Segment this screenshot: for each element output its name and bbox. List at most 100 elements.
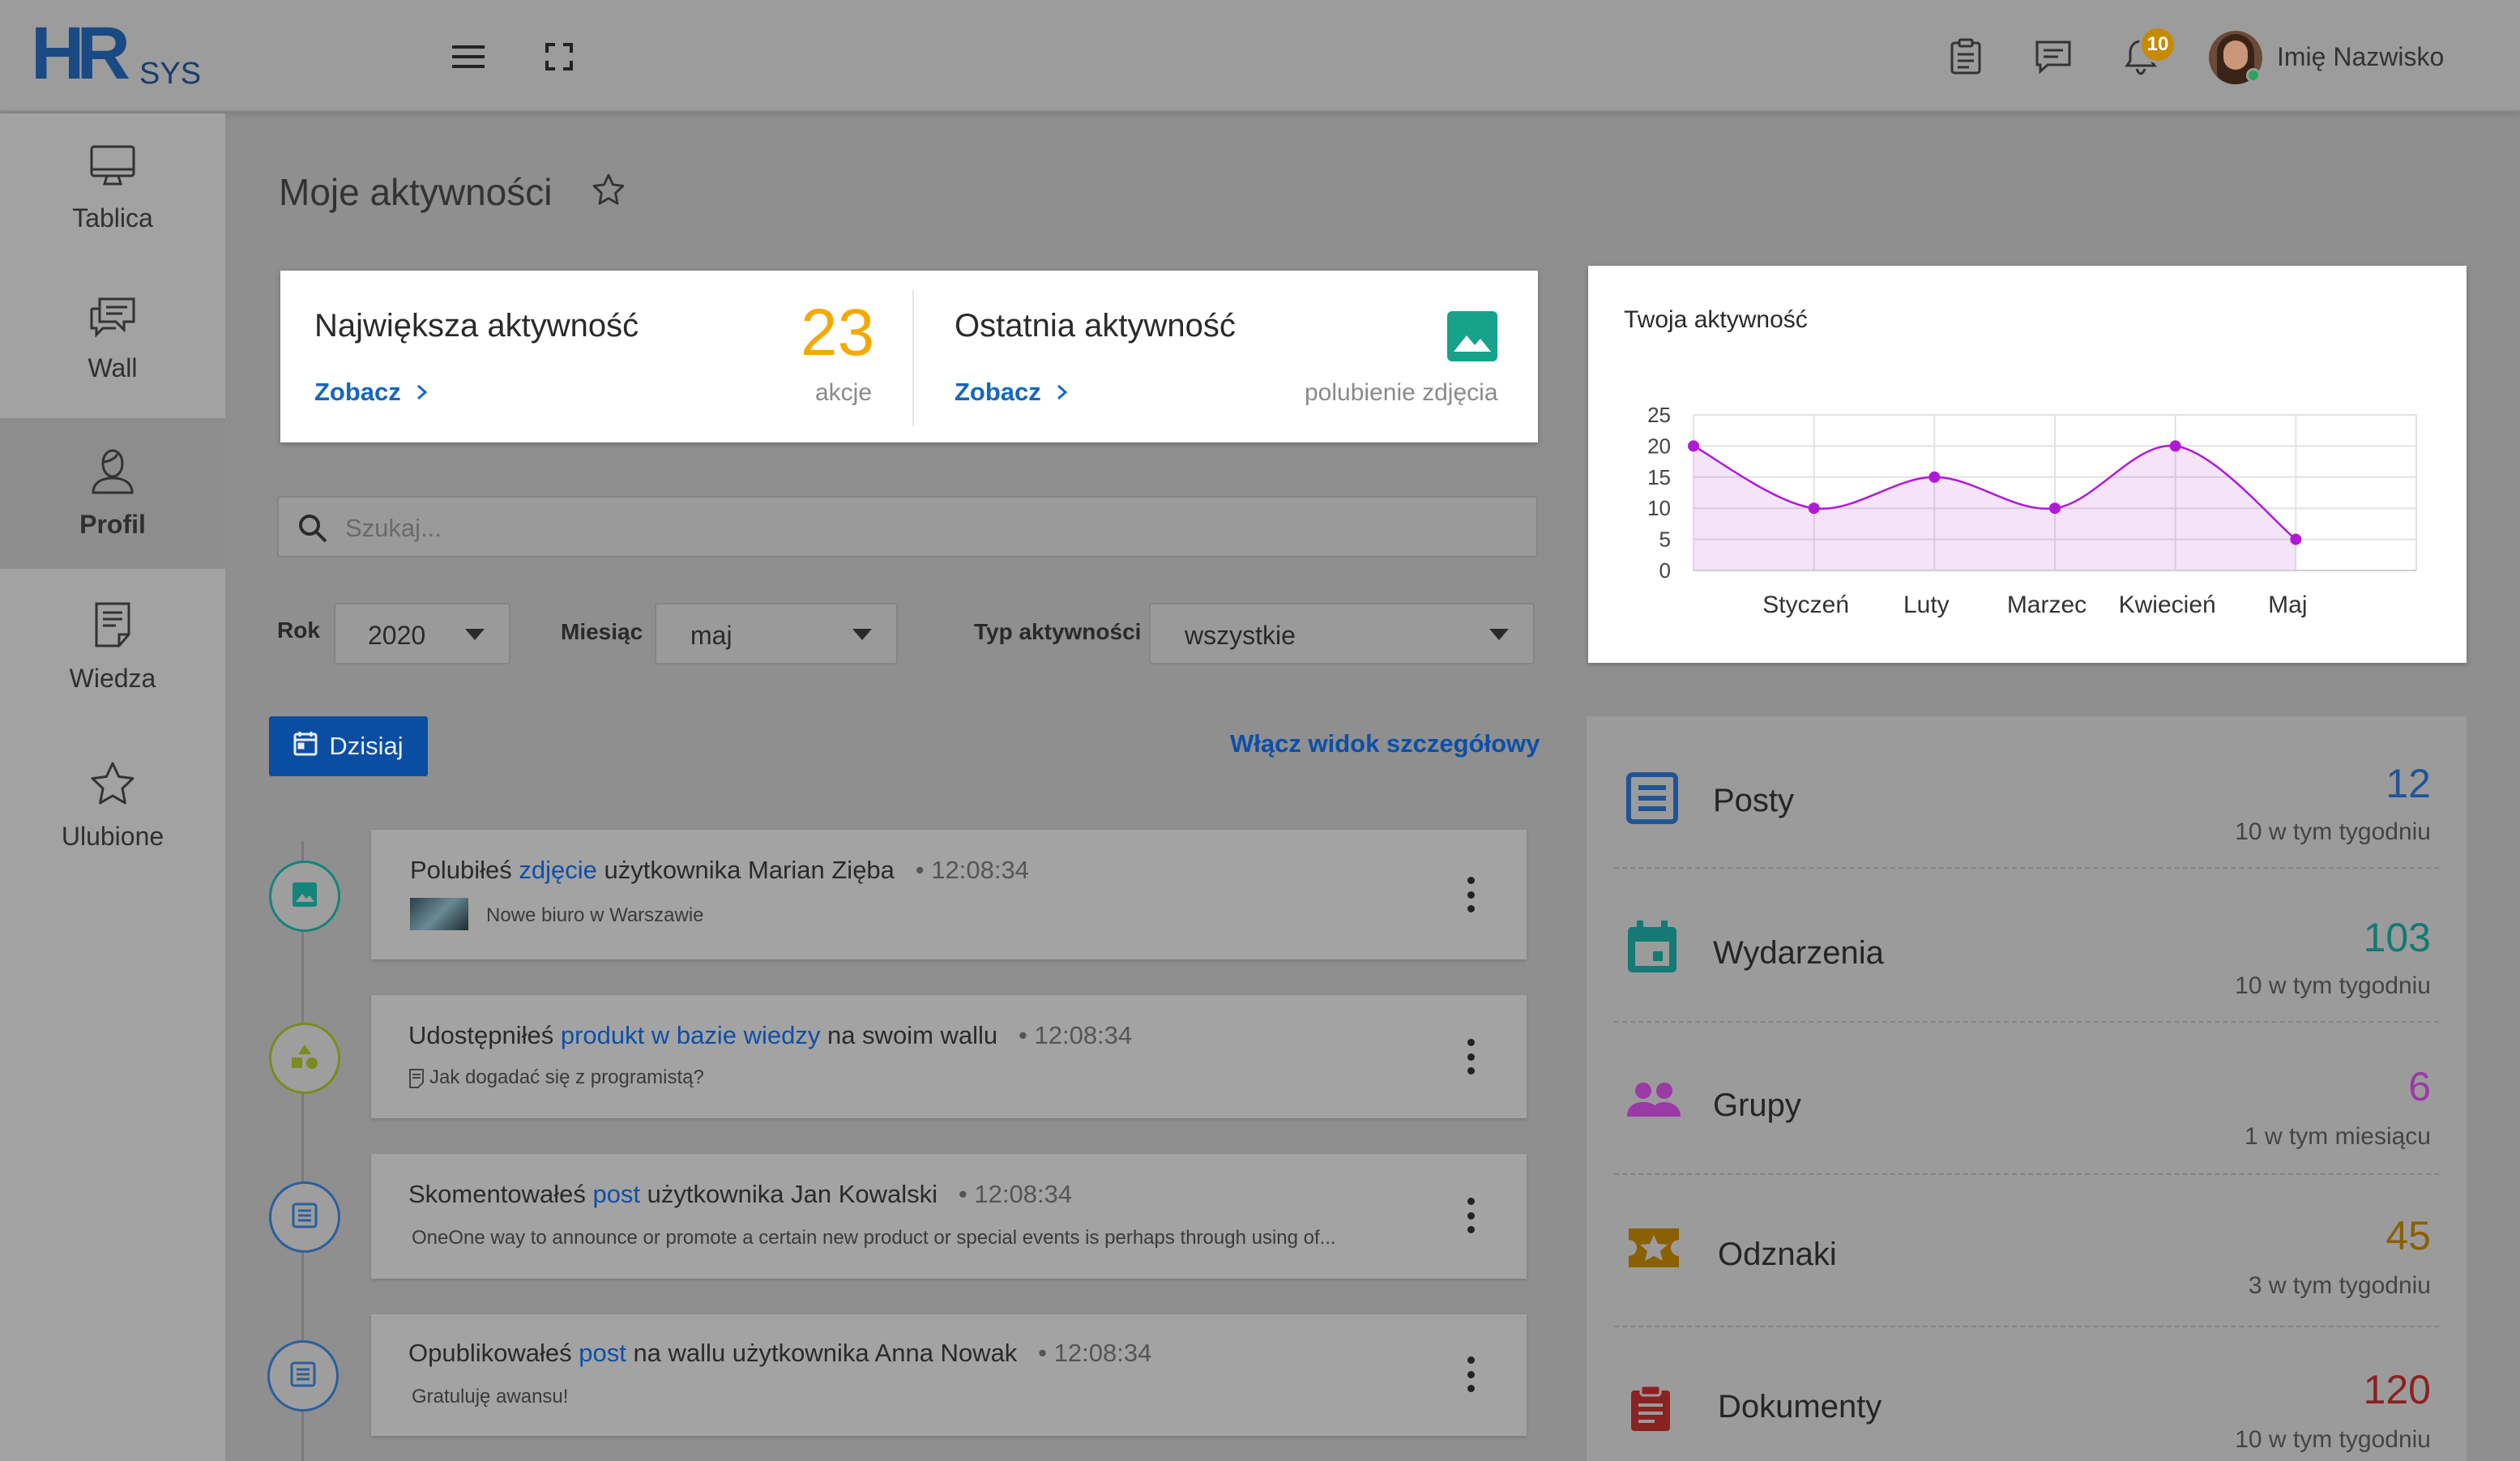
list-icon [1625, 771, 1679, 829]
more-options-icon[interactable] [1467, 1356, 1475, 1392]
y-tick-label: 0 [1659, 558, 1671, 583]
fullscreen-icon[interactable] [535, 32, 583, 81]
detail-view-toggle[interactable]: Włącz widok szczegółowy [1230, 729, 1540, 758]
biggest-activity-title: Największa aktywność [314, 308, 639, 344]
chat-icon[interactable] [2029, 32, 2078, 81]
favorite-star-icon[interactable] [592, 173, 626, 210]
post-icon [289, 1361, 317, 1392]
activity-subtitle: Gratuluję awansu! [412, 1386, 569, 1408]
stat-value: 12 [2385, 761, 2431, 806]
sidebar-item-label: Tablica [72, 203, 153, 233]
activity-card[interactable]: Skomentowałeś post użytkownika Jan Kowal… [371, 1154, 1527, 1279]
activity-suffix: użytkownika Marian Zięba [596, 856, 895, 884]
user-icon [90, 447, 135, 498]
month-select[interactable]: maj [655, 603, 898, 664]
sidebar-item-profil[interactable]: Profil [0, 418, 225, 569]
sidebar-item-label: Wiedza [69, 664, 156, 693]
y-tick-label: 15 [1647, 465, 1671, 489]
activity-prefix: Skomentowałeś [408, 1180, 593, 1208]
sidebar-item-tablica[interactable]: Tablica [0, 113, 225, 264]
stat-row-events[interactable]: Wydarzenia 103 10 w tym tygodniu [1614, 870, 2439, 1023]
star-icon [89, 761, 136, 810]
activity-link[interactable]: produkt w bazie wiedzy [561, 1021, 821, 1049]
today-button[interactable]: Dzisiaj [269, 716, 428, 776]
sidebar-item-wall[interactable]: Wall [0, 264, 225, 415]
clipboard-icon [1629, 1384, 1672, 1437]
activity-time: 12:08:34 [974, 1180, 1073, 1208]
activity-chart: 0 5 10 15 20 25 Styczeń Luty Marzec Kwiecień Maj [1647, 403, 2417, 618]
stat-row-badges[interactable]: Odznaki 45 3 w tym tygodniu [1614, 1175, 2439, 1327]
biggest-activity-link[interactable]: Zobacz [314, 378, 430, 407]
stat-row-groups[interactable]: Grupy 6 1 w tym miesiącu [1614, 1023, 2439, 1175]
sidebar: Tablica Wall Profil Wiedza Ulubione [0, 113, 225, 1461]
activity-link[interactable]: post [592, 1180, 640, 1208]
more-options-icon[interactable] [1467, 1198, 1475, 1233]
chevron-right-icon [417, 384, 428, 400]
search-input[interactable]: Szukaj... [277, 496, 1538, 557]
search-icon [297, 512, 329, 549]
app-logo[interactable]: HR SYS [31, 12, 202, 95]
page-title: Moje aktywności [279, 171, 553, 213]
stat-name: Wydarzenia [1713, 935, 1884, 971]
last-activity-link[interactable]: Zobacz [955, 378, 1070, 407]
activity-suffix: użytkownika Jan Kowalski [640, 1180, 938, 1208]
logo-main: HR [31, 12, 130, 95]
document-icon [94, 601, 131, 652]
activity-type-select[interactable]: wszystkie [1149, 603, 1535, 664]
activity-link[interactable]: zdjęcie [519, 856, 597, 884]
sidebar-item-label: Ulubione [61, 822, 164, 851]
activity-subtitle: Jak dogadać się z programistą? [429, 1066, 704, 1088]
activity-type-label: Typ aktywności [974, 619, 1142, 644]
activity-card[interactable]: Opublikowałeś post na wallu użytkownika … [371, 1314, 1527, 1436]
more-options-icon[interactable] [1467, 877, 1475, 912]
year-label: Rok [277, 617, 320, 643]
logo-sub: SYS [139, 57, 202, 91]
data-point [2169, 440, 2181, 452]
notification-badge: 10 [2139, 26, 2176, 63]
activity-card[interactable]: Udostępniłeś produkt w bazie wiedzy na s… [371, 995, 1527, 1118]
photo-thumbnail[interactable] [410, 898, 468, 930]
sidebar-item-ulubione[interactable]: Ulubione [0, 731, 225, 882]
stat-sub: 10 w tym tygodniu [2235, 818, 2431, 845]
data-point [2049, 502, 2061, 515]
search-placeholder: Szukaj... [345, 514, 442, 542]
sidebar-item-wiedza[interactable]: Wiedza [0, 572, 225, 723]
timeline-node [269, 861, 340, 932]
year-select[interactable]: 2020 [334, 603, 510, 664]
post-icon [291, 1202, 318, 1233]
series-area [1694, 446, 2296, 570]
year-value: 2020 [368, 621, 426, 650]
image-icon [291, 881, 318, 912]
activity-link[interactable]: post [579, 1339, 626, 1367]
y-tick-label: 5 [1659, 528, 1671, 552]
menu-icon[interactable] [444, 32, 493, 81]
timeline-node [269, 1181, 340, 1253]
stat-row-posts[interactable]: Posty 12 10 w tym tygodniu [1614, 716, 2439, 869]
activity-text: Udostępniłeś produkt w bazie wiedzy na s… [408, 1021, 1133, 1049]
activity-prefix: Polubiłeś [410, 856, 519, 884]
activity-subtitle: Nowe biuro w Warszawie [486, 904, 704, 926]
month-label: Miesiąc [561, 619, 643, 644]
data-point [1928, 471, 1941, 483]
more-options-icon[interactable] [1467, 1039, 1475, 1074]
caret-down-icon [1489, 629, 1509, 640]
activity-card[interactable]: Polubiłeś zdjęcie użytkownika Marian Zię… [371, 830, 1527, 959]
activity-suffix: na swoim wallu [820, 1021, 998, 1049]
user-name[interactable]: Imię Nazwisko [2277, 42, 2444, 72]
stat-sub: 1 w tym miesiącu [2244, 1123, 2431, 1150]
activity-prefix: Udostępniłeś [408, 1021, 561, 1049]
biggest-activity-unit: akcje [815, 379, 873, 406]
stat-sub: 10 w tym tygodniu [2235, 972, 2431, 999]
y-tick-label: 10 [1647, 496, 1671, 520]
clipboard-icon[interactable] [1941, 32, 1990, 81]
activity-text: Skomentowałeś post użytkownika Jan Kowal… [408, 1180, 1073, 1208]
chat-bubbles-icon [88, 296, 137, 342]
activity-stats-panel: Posty 12 10 w tym tygodniu Wydarzenia 10… [1587, 716, 2467, 1461]
data-point [1808, 502, 1820, 515]
shapes-icon [289, 1043, 320, 1074]
activity-text: Polubiłeś zdjęcie użytkownika Marian Zię… [410, 856, 1029, 884]
image-icon [1447, 311, 1497, 365]
stat-row-documents[interactable]: Dokumenty 120 10 w tym tygodniu [1614, 1327, 2439, 1461]
stat-sub: 10 w tym tygodniu [2235, 1426, 2431, 1453]
data-point [1688, 440, 1699, 452]
